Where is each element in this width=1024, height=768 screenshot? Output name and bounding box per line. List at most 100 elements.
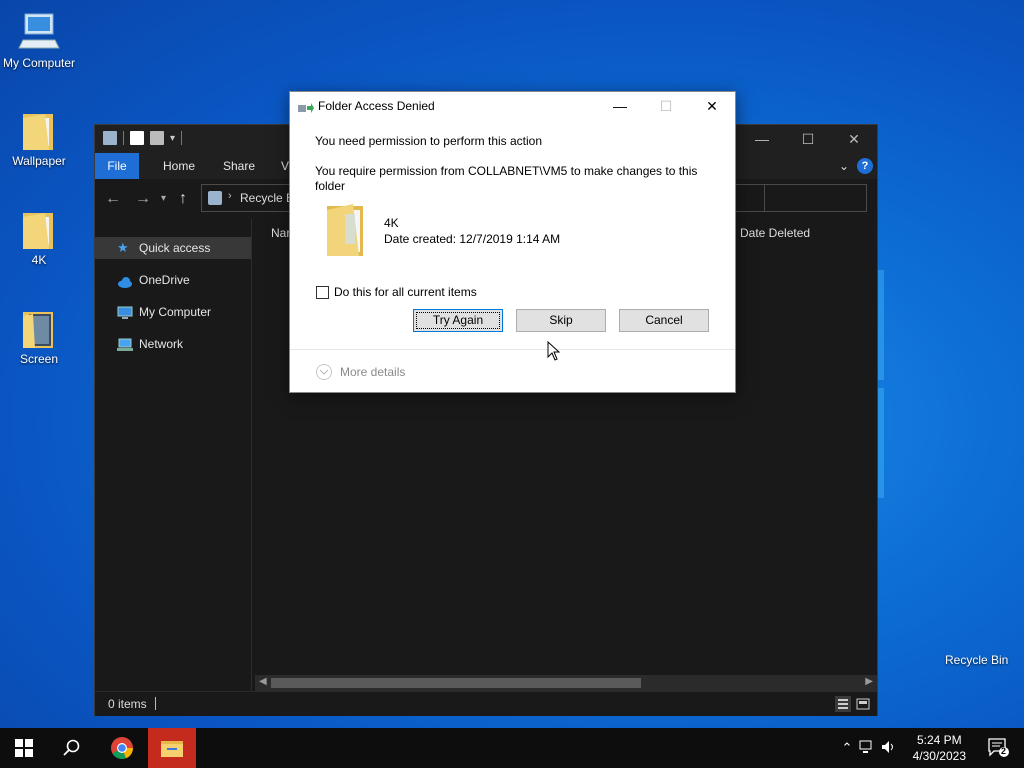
cancel-button[interactable]: Cancel — [619, 309, 709, 332]
chrome-taskbar-button[interactable] — [98, 728, 146, 768]
divider — [181, 131, 183, 145]
new-folder-icon[interactable] — [150, 131, 164, 145]
maximize-icon[interactable]: ☐ — [785, 125, 831, 153]
quick-access-toolbar: ▾ — [103, 131, 183, 145]
network-icon[interactable] — [856, 740, 878, 757]
star-icon: ★ — [117, 240, 129, 255]
horizontal-scrollbar[interactable]: ◀ ▶ — [255, 675, 877, 691]
recycle-bin-small-icon — [103, 131, 117, 145]
folder-icon — [23, 114, 53, 150]
recycle-bin-label[interactable]: Recycle Bin — [945, 653, 1008, 667]
clock[interactable]: 5:24 PM 4/30/2023 — [913, 732, 966, 764]
item-date-created: Date created: 12/7/2019 1:14 AM — [384, 232, 561, 246]
item-name: 4K — [384, 216, 399, 230]
scroll-right-icon[interactable]: ▶ — [865, 676, 873, 687]
system-tray: ⌃ — [838, 728, 900, 768]
details-view-icon[interactable] — [835, 696, 851, 712]
sidebar-item-label: OneDrive — [139, 273, 190, 287]
dialog-heading: You need permission to perform this acti… — [315, 134, 543, 148]
apply-to-all-checkbox[interactable] — [316, 286, 329, 299]
chrome-icon — [111, 737, 134, 760]
minimize-icon[interactable]: — — [739, 125, 785, 153]
dialog-message: You require permission from COLLABNET\VM… — [315, 164, 698, 193]
customize-toolbar-icon[interactable]: ▾ — [170, 133, 175, 144]
sidebar-item-label: My Computer — [139, 305, 212, 319]
recycle-bin-small-icon — [208, 191, 222, 205]
breadcrumb-separator-icon: › — [228, 190, 232, 202]
large-icons-view-icon[interactable] — [855, 696, 871, 712]
search-icon — [63, 739, 80, 756]
folder-access-denied-dialog[interactable]: Folder Access Denied — ☐ ✕ You need perm… — [289, 91, 736, 393]
chevron-down-icon[interactable] — [316, 364, 332, 380]
minimize-icon[interactable]: — — [597, 92, 643, 120]
sidebar-item-network[interactable]: Network — [95, 333, 251, 355]
chevron-up-icon[interactable]: ⌃ — [838, 740, 856, 756]
clock-date: 4/30/2023 — [912, 749, 966, 763]
sidebar-item-my-computer[interactable]: My Computer — [95, 301, 251, 323]
start-button[interactable] — [0, 728, 48, 768]
move-folder-icon — [298, 101, 314, 119]
divider — [123, 131, 124, 145]
action-center-button[interactable]: 2 — [988, 738, 1010, 763]
maximize-icon: ☐ — [659, 97, 673, 114]
up-arrow-icon[interactable]: ↑ — [179, 190, 187, 208]
notification-count-badge: 2 — [1001, 746, 1007, 756]
cloud-icon — [117, 273, 133, 288]
column-header-date-deleted[interactable]: Date Deleted — [740, 226, 810, 240]
help-icon[interactable]: ? — [857, 158, 873, 174]
divider — [290, 349, 735, 350]
expand-ribbon-icon[interactable]: ⌄ — [839, 159, 849, 173]
address-text: Recycle B — [240, 191, 295, 205]
more-details-link[interactable]: More details — [340, 365, 405, 379]
close-icon[interactable]: ✕ — [689, 92, 735, 120]
notification-icon — [988, 738, 1009, 757]
tab-home[interactable]: Home — [153, 153, 205, 179]
try-again-button[interactable]: Try Again — [413, 309, 503, 332]
folder-icon — [161, 741, 183, 757]
close-icon[interactable]: ✕ — [831, 125, 877, 153]
taskbar: ⌃ 5:24 PM 4/30/2023 2 — [0, 728, 1024, 768]
windows-logo-icon — [15, 739, 33, 757]
computer-icon — [117, 305, 133, 319]
folder-icon — [23, 213, 53, 249]
column-header-name[interactable]: Nar — [271, 226, 290, 240]
navigation-pane: ★ Quick access OneDrive My Computer Netw… — [95, 219, 252, 691]
dialog-titlebar[interactable]: Folder Access Denied — ☐ ✕ — [290, 92, 735, 120]
desktop-icon-label: Screen — [19, 352, 59, 366]
folder-icon — [323, 202, 369, 263]
apply-to-all-label[interactable]: Do this for all current items — [334, 285, 477, 299]
properties-icon[interactable] — [130, 131, 144, 145]
explorer-window-controls: — ☐ ✕ — [739, 125, 877, 153]
dialog-title: Folder Access Denied — [318, 99, 435, 113]
mouse-cursor-icon — [547, 340, 561, 366]
focus-rectangle — [416, 312, 500, 329]
sidebar-item-label: Network — [139, 337, 184, 351]
search-button[interactable] — [48, 728, 96, 768]
image-folder-icon — [23, 312, 53, 348]
desktop-icon-label: Wallpaper — [12, 154, 66, 168]
dialog-window-controls: — ☐ ✕ — [597, 92, 735, 120]
scrollbar-thumb[interactable] — [271, 678, 641, 688]
desktop-icon-label: My Computer — [2, 56, 76, 70]
desktop-icon-4k[interactable]: 4K — [1, 207, 77, 267]
search-input[interactable] — [735, 184, 867, 212]
status-bar: 0 items — [95, 691, 877, 716]
forward-arrow-icon[interactable]: → — [135, 190, 151, 208]
tab-file[interactable]: File — [95, 153, 139, 179]
tab-share[interactable]: Share — [213, 153, 265, 179]
file-explorer-taskbar-button[interactable] — [148, 728, 196, 768]
desktop-icon-screen[interactable]: Screen — [1, 306, 77, 366]
back-arrow-icon[interactable]: ← — [105, 190, 121, 208]
desktop-icon-wallpaper[interactable]: Wallpaper — [1, 108, 77, 168]
desktop-icon-my-computer[interactable]: My Computer — [1, 10, 77, 70]
sidebar-item-quick-access[interactable]: ★ Quick access — [95, 237, 251, 259]
item-count: 0 items — [108, 697, 147, 711]
desktop-icon-label: 4K — [31, 253, 47, 267]
scroll-left-icon[interactable]: ◀ — [259, 676, 267, 687]
sidebar-item-onedrive[interactable]: OneDrive — [95, 269, 251, 291]
sidebar-item-label: Quick access — [139, 241, 211, 255]
volume-icon[interactable] — [878, 740, 900, 757]
recent-locations-icon[interactable]: ▾ — [161, 193, 166, 204]
skip-button[interactable]: Skip — [516, 309, 606, 332]
clock-time: 5:24 PM — [916, 733, 962, 747]
